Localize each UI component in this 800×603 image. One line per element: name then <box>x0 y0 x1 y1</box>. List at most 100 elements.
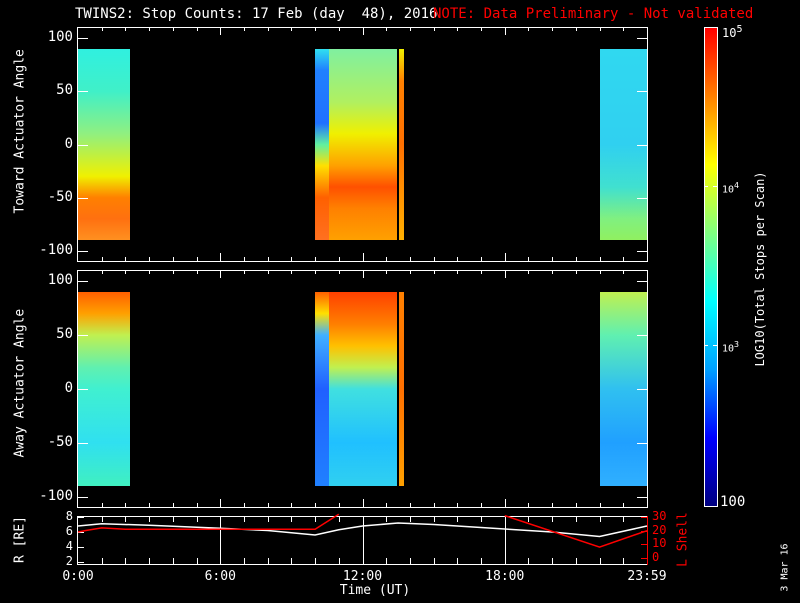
r-ytick-mark <box>78 547 84 548</box>
orbit-xtick-mark <box>267 516 269 522</box>
orbit-xtick-mark <box>433 516 435 522</box>
away-ytick-mark <box>78 389 88 390</box>
toward-xtick-mark <box>409 27 411 31</box>
lshell-ytick-label: 30 <box>652 509 667 523</box>
away-xtick-mark <box>172 270 174 274</box>
lshell-ytick-label: 20 <box>652 522 667 537</box>
toward-xtick-mark <box>172 27 174 31</box>
orbit-xtick-mark <box>552 516 554 522</box>
orbit-xtick-mark <box>291 516 293 522</box>
toward-xtick-mark <box>101 27 103 31</box>
orbit-xtick-mark <box>220 558 222 564</box>
away-xtick-mark <box>315 503 317 507</box>
colorbar-label: LOG10(Total Stops per Scan) <box>753 171 767 367</box>
away-xtick-mark <box>409 503 411 507</box>
away-xtick-mark <box>362 499 364 507</box>
toward-xtick-mark <box>315 257 317 261</box>
plot-title: TWINS2: Stop Counts: 17 Feb (day 48), 20… <box>75 6 438 22</box>
away-xtick-mark <box>599 270 601 274</box>
away-xtick-mark <box>457 270 459 274</box>
colorbar-tick-1e4: 104 <box>722 180 740 196</box>
toward-ylabel: Toward Actuator Angle <box>12 49 28 214</box>
toward-xtick-mark <box>243 27 245 31</box>
colorbar-tick-mark <box>713 186 717 187</box>
toward-xtick-mark <box>457 257 459 261</box>
colorbar-tick-mark <box>704 345 708 346</box>
orbit-xtick-mark <box>409 516 411 522</box>
toward-segment-2 <box>329 48 397 241</box>
away-xtick-mark <box>433 270 435 274</box>
away-xtick-mark <box>575 270 577 274</box>
colorbar-tick-mark <box>713 345 717 346</box>
orbit-xtick-mark <box>243 516 245 522</box>
toward-xtick-mark <box>267 257 269 261</box>
away-ytick-mark <box>78 497 88 498</box>
toward-ytick-mark <box>637 144 647 146</box>
away-ytick-label: 0 <box>64 380 73 396</box>
toward-ytick-label: -50 <box>47 188 73 205</box>
orbit-xtick-mark <box>291 558 293 564</box>
orbit-xtick-mark <box>528 516 530 522</box>
away-xtick-mark <box>315 270 317 274</box>
away-xtick-mark <box>243 270 245 274</box>
r-ytick-mark <box>78 562 84 563</box>
toward-xtick-mark <box>504 27 506 35</box>
orbit-xtick-mark <box>101 558 103 564</box>
orbit-xtick-label: 18:00 <box>485 569 525 584</box>
toward-xtick-mark <box>528 257 530 261</box>
orbit-xtick-mark <box>149 516 151 522</box>
away-xtick-mark <box>338 270 340 274</box>
away-xtick-mark <box>552 270 554 274</box>
away-ytick-mark <box>78 443 88 444</box>
orbit-xtick-mark <box>433 558 435 564</box>
orbit-xtick-mark <box>575 558 577 564</box>
away-ytick-mark <box>78 335 88 336</box>
lshell-ytick-label: 10 <box>652 536 667 551</box>
away-xtick-mark <box>528 503 530 507</box>
away-xtick-mark <box>386 503 388 507</box>
toward-xtick-mark <box>196 27 198 31</box>
orbit-xtick-mark <box>623 516 625 522</box>
away-xtick-mark <box>362 270 364 278</box>
orbit-xtick-mark <box>386 558 388 564</box>
r-ytick-label: 8 <box>65 509 73 523</box>
orbit-xtick-mark <box>504 558 506 564</box>
toward-xtick-mark <box>101 257 103 261</box>
orbit-xtick-mark <box>196 558 198 564</box>
orbit-xtick-mark <box>457 558 459 564</box>
toward-xtick-mark <box>172 257 174 261</box>
toward-xtick-mark <box>362 253 364 261</box>
r-ytick-mark <box>78 517 84 518</box>
colorbar-tick-mark <box>704 186 708 187</box>
orbit-xtick-mark <box>243 558 245 564</box>
toward-ytick-label: 0 <box>64 135 73 152</box>
away-xtick-mark <box>504 270 506 278</box>
away-segment-2 <box>329 291 397 487</box>
toward-xtick-mark <box>149 257 151 261</box>
away-xtick-mark <box>433 503 435 507</box>
away-xtick-mark <box>149 503 151 507</box>
orbit-xtick-mark <box>409 558 411 564</box>
toward-xtick-mark <box>220 27 222 35</box>
toward-ytick-mark <box>78 91 88 93</box>
orbit-xtick-mark <box>172 516 174 522</box>
away-ytick-label: 100 <box>47 272 73 288</box>
orbit-xtick-mark <box>575 516 577 522</box>
orbit-xtick-mark <box>315 558 317 564</box>
orbit-xtick-label: 12:00 <box>342 569 383 584</box>
toward-xtick-mark <box>196 257 198 261</box>
away-ytick-mark <box>637 281 647 282</box>
orbit-xtick-mark <box>338 558 340 564</box>
toward-xtick-mark <box>267 27 269 31</box>
away-ytick-label: -100 <box>39 488 73 504</box>
away-xtick-mark <box>196 503 198 507</box>
toward-xtick-mark <box>433 257 435 261</box>
toward-xtick-mark <box>623 257 625 261</box>
away-xtick-mark <box>386 270 388 274</box>
away-xtick-mark <box>125 270 127 274</box>
orbit-xtick-mark <box>481 558 483 564</box>
away-xtick-mark <box>291 503 293 507</box>
toward-xtick-mark <box>125 27 127 31</box>
away-segment-3 <box>399 291 404 487</box>
away-xtick-mark <box>599 503 601 507</box>
